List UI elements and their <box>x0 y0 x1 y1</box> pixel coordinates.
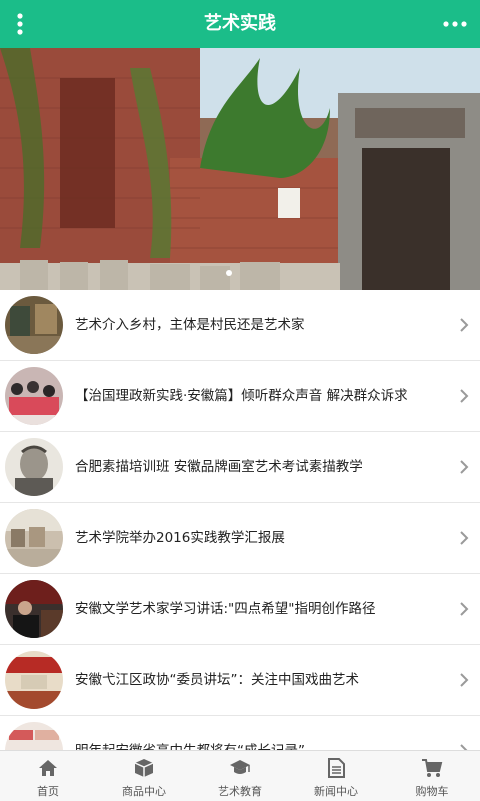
chevron-right-icon <box>460 318 469 332</box>
article-thumbnail <box>5 296 63 354</box>
home-icon <box>39 760 57 776</box>
list-item-title: 安徽文学艺术家学习讲话:"四点希望"指明创作路径 <box>75 601 376 617</box>
tab-products[interactable]: 商品中心 <box>96 751 192 801</box>
cart-icon <box>422 759 443 777</box>
graduation-cap-icon <box>230 760 250 774</box>
list-item[interactable]: 合肥素描培训班 安徽品牌画室艺术考试素描教学 <box>0 432 480 503</box>
bottom-nav: 首页 商品中心 艺术教育 新闻中心 购物车 <box>0 750 480 801</box>
article-thumbnail <box>5 367 63 425</box>
tab-home[interactable]: 首页 <box>0 751 96 801</box>
menu-button[interactable] <box>8 0 32 48</box>
tab-label: 艺术教育 <box>218 785 262 798</box>
article-thumbnail <box>5 722 63 750</box>
header-bar: 艺术实践 <box>0 0 480 48</box>
list-item-title: 艺术介入乡村，主体是村民还是艺术家 <box>75 317 305 333</box>
list-item[interactable]: 明年起安徽省高中生都将有“成长记录” <box>0 716 480 750</box>
tab-cart[interactable]: 购物车 <box>384 751 480 801</box>
banner-carousel[interactable] <box>0 48 480 290</box>
chevron-right-icon <box>460 602 469 616</box>
list-item[interactable]: 艺术介入乡村，主体是村民还是艺术家 <box>0 290 480 361</box>
vertical-dots-icon <box>17 13 23 35</box>
article-thumbnail <box>5 509 63 567</box>
chevron-right-icon <box>460 531 469 545</box>
list-item[interactable]: 安徽弋江区政协“委员讲坛”：关注中国戏曲艺术 <box>0 645 480 716</box>
chevron-right-icon <box>460 673 469 687</box>
banner-image <box>0 48 480 290</box>
tab-art-education[interactable]: 艺术教育 <box>192 751 288 801</box>
list-item-title: 明年起安徽省高中生都将有“成长记录” <box>75 716 440 750</box>
chevron-right-icon <box>460 389 469 403</box>
tab-label: 商品中心 <box>122 785 166 798</box>
page-title: 艺术实践 <box>204 13 276 34</box>
chevron-right-icon <box>460 744 468 750</box>
article-thumbnail <box>5 651 63 709</box>
list-item[interactable]: 【治国理政新实践·安徽篇】倾听群众声音 解决群众诉求 <box>0 361 480 432</box>
list-item-title: 【治国理政新实践·安徽篇】倾听群众声音 解决群众诉求 <box>75 388 408 404</box>
list-item-title: 艺术学院举办2016实践教学汇报展 <box>75 530 285 546</box>
chevron-right-icon <box>460 460 469 474</box>
tab-label: 购物车 <box>415 785 449 798</box>
list-item-title: 合肥素描培训班 安徽品牌画室艺术考试素描教学 <box>75 459 363 475</box>
article-thumbnail <box>5 580 63 638</box>
horizontal-dots-icon <box>443 21 467 27</box>
list-item[interactable]: 安徽文学艺术家学习讲话:"四点希望"指明创作路径 <box>0 574 480 645</box>
tab-label: 首页 <box>37 785 59 798</box>
list-item[interactable]: 艺术学院举办2016实践教学汇报展 <box>0 503 480 574</box>
cube-icon <box>134 759 154 777</box>
tab-label: 新闻中心 <box>314 785 358 798</box>
carousel-indicator <box>226 270 232 276</box>
more-button[interactable] <box>440 0 470 48</box>
tab-news[interactable]: 新闻中心 <box>288 751 384 801</box>
article-list: 艺术介入乡村，主体是村民还是艺术家 【治国理政新实践·安徽篇】倾听群众声音 解决… <box>0 290 480 750</box>
article-thumbnail <box>5 438 63 496</box>
list-item-title: 安徽弋江区政协“委员讲坛”：关注中国戏曲艺术 <box>75 672 359 688</box>
document-icon <box>328 758 345 778</box>
